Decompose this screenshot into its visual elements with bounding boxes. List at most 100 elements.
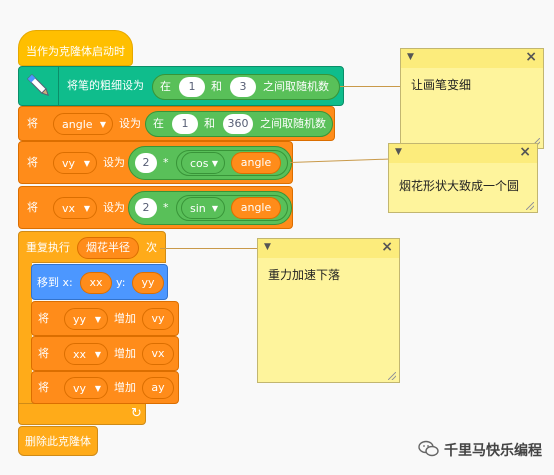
vx-variable-dropdown[interactable]: vx ▼ [53, 197, 97, 219]
resize-grip-icon[interactable] [526, 202, 534, 210]
function-dropdown[interactable]: sin ▼ [181, 197, 225, 219]
chevron-down-icon: ▼ [94, 315, 101, 324]
collapse-triangle-icon[interactable]: ▼ [264, 242, 271, 252]
chevron-down-icon: ▼ [94, 350, 101, 359]
close-icon[interactable]: × [525, 49, 537, 65]
set-label: 将 [27, 117, 38, 130]
repeat-footer: ↻ [18, 403, 146, 425]
note-connector [340, 86, 402, 87]
xx-var-name: xx [73, 348, 87, 361]
chevron-down-icon: ▼ [211, 204, 218, 213]
resize-grip-icon[interactable] [388, 372, 396, 380]
chevron-down-icon: ▼ [83, 204, 90, 213]
multiplier-input[interactable]: 2 [135, 198, 157, 218]
go-to-label: 移到 x: [37, 276, 73, 289]
random-max-input[interactable]: 3 [230, 77, 256, 97]
note-header[interactable] [389, 144, 537, 163]
function-dropdown[interactable]: cos ▼ [181, 152, 225, 174]
math-function-operator[interactable]: cos ▼ angle [176, 150, 288, 176]
angle-reporter[interactable]: angle [231, 197, 281, 219]
random-min-input[interactable]: 1 [179, 77, 205, 97]
function-name: sin [190, 202, 206, 215]
y-label: y: [116, 276, 126, 289]
random-pre: 在 [153, 117, 164, 130]
comment-note[interactable]: ▼ × 让画笔变细 [400, 48, 544, 149]
set-vy-block[interactable]: 将 vy ▼ 设为 2 * cos ▼ angle [18, 141, 293, 184]
comment-note[interactable]: ▼ × 烟花形状大致成一个圆 [388, 143, 538, 213]
repeat-suffix: 次 [146, 241, 157, 254]
vx-var-name: vx [62, 202, 76, 215]
change-vy-block[interactable]: 将 vy ▼ 增加 ay [31, 371, 179, 404]
chevron-down-icon: ▼ [99, 120, 106, 129]
set-vx-block[interactable]: 将 vx ▼ 设为 2 * sin ▼ angle [18, 186, 293, 229]
chevron-down-icon: ▼ [83, 159, 90, 168]
repeat-header[interactable]: 重复执行 烟花半径 次 [18, 231, 166, 263]
change-label: 增加 [114, 347, 136, 360]
delete-this-clone-block[interactable]: 删除此克隆体 [18, 426, 98, 456]
wechat-icon [418, 440, 439, 457]
vy-variable-dropdown[interactable]: vy ▼ [64, 377, 108, 399]
yy-variable-dropdown[interactable]: yy ▼ [64, 308, 108, 330]
go-to-xy-block[interactable]: 移到 x: xx y: yy [31, 264, 168, 300]
random-operator[interactable]: 在 1 和 360 之间取随机数 [145, 111, 333, 137]
close-icon[interactable]: × [519, 144, 531, 160]
close-icon[interactable]: × [381, 239, 393, 255]
to-label: 设为 [103, 156, 125, 169]
set-label: 将 [38, 381, 49, 394]
set-angle-block[interactable]: 将 angle ▼ 设为 在 1 和 360 之间取随机数 [18, 106, 335, 141]
change-yy-block[interactable]: 将 yy ▼ 增加 vy [31, 301, 179, 336]
change-label: 增加 [114, 381, 136, 394]
random-pre: 在 [160, 80, 171, 93]
random-mid: 和 [211, 80, 222, 93]
note-text[interactable]: 让画笔变细 [411, 76, 471, 93]
random-operator[interactable]: 在 1 和 3 之间取随机数 [152, 74, 340, 100]
pen-extension-icon [19, 67, 59, 105]
random-min-input[interactable]: 1 [172, 114, 198, 134]
multiply-operator[interactable]: 2 * sin ▼ angle [128, 191, 292, 225]
note-header[interactable] [258, 239, 399, 258]
vy-var-name: vy [73, 382, 87, 395]
random-max-input[interactable]: 360 [223, 114, 253, 134]
repeat-label: 重复执行 [26, 241, 70, 254]
change-label: 增加 [114, 312, 136, 325]
watermark-text: 千里马快乐编程 [444, 443, 542, 459]
math-function-operator[interactable]: sin ▼ angle [176, 195, 288, 221]
set-label: 将 [38, 347, 49, 360]
vy-variable-dropdown[interactable]: vy ▼ [53, 152, 97, 174]
chevron-down-icon: ▼ [211, 159, 218, 168]
collapse-triangle-icon[interactable]: ▼ [395, 147, 402, 157]
to-label: 设为 [119, 117, 141, 130]
random-post: 之间取随机数 [263, 80, 329, 93]
note-connector [160, 248, 258, 249]
xx-variable-dropdown[interactable]: xx ▼ [64, 343, 108, 365]
note-header[interactable] [401, 49, 543, 68]
pen-size-label: 将笔的粗细设为 [67, 79, 144, 92]
angle-variable-dropdown[interactable]: angle ▼ [53, 113, 113, 135]
note-text[interactable]: 重力加速下落 [268, 266, 340, 283]
comment-note[interactable]: ▼ × 重力加速下落 [257, 238, 400, 383]
set-pen-size-block[interactable]: 将笔的粗细设为 在 1 和 3 之间取随机数 [18, 66, 344, 106]
hat-label: 当作为克隆体启动时 [26, 45, 125, 58]
when-start-as-clone-hat[interactable]: 当作为克隆体启动时 [18, 30, 133, 66]
radius-reporter[interactable]: 烟花半径 [77, 237, 139, 259]
x-reporter[interactable]: xx [80, 272, 112, 294]
multiplier-input[interactable]: 2 [135, 153, 157, 173]
note-text[interactable]: 烟花形状大致成一个圆 [399, 177, 519, 194]
function-name: cos [190, 157, 209, 170]
set-label: 将 [38, 312, 49, 325]
delete-label: 删除此克隆体 [25, 435, 91, 448]
vy-var-name: vy [62, 157, 76, 170]
angle-reporter[interactable]: angle [231, 152, 281, 174]
random-mid: 和 [204, 117, 215, 130]
loop-arrow-icon: ↻ [131, 406, 142, 421]
change-xx-block[interactable]: 将 xx ▼ 增加 vx [31, 336, 179, 371]
ay-reporter[interactable]: ay [142, 377, 174, 399]
multiply-operator[interactable]: 2 * cos ▼ angle [128, 146, 292, 180]
vx-reporter[interactable]: vx [142, 343, 174, 365]
angle-var-name: angle [62, 118, 93, 131]
yy-var-name: yy [73, 313, 87, 326]
y-reporter[interactable]: yy [132, 272, 164, 294]
chevron-down-icon: ▼ [94, 384, 101, 393]
vy-reporter[interactable]: vy [142, 308, 174, 330]
collapse-triangle-icon[interactable]: ▼ [407, 52, 414, 62]
